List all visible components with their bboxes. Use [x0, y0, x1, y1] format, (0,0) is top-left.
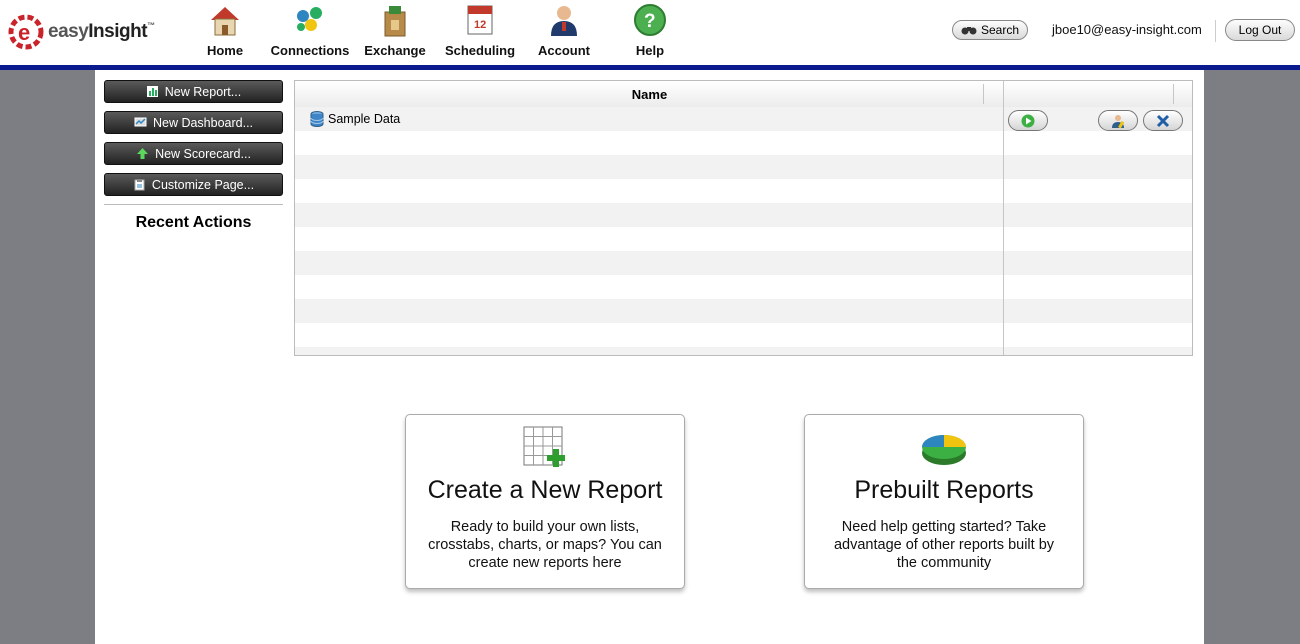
header-separator — [1003, 81, 1004, 107]
scorecard-arrow-icon — [137, 148, 149, 159]
cell-name[interactable]: Sample Data — [310, 111, 400, 127]
grid-plus-icon — [523, 426, 565, 467]
new-report-label: New Report... — [164, 84, 242, 99]
logout-button[interactable]: Log Out — [1225, 19, 1295, 41]
user-edit-icon — [1112, 114, 1125, 128]
nav-exchange[interactable]: Exchange — [364, 0, 426, 62]
search-button-label: Search — [980, 23, 1020, 37]
table-row-empty — [295, 251, 1192, 275]
binoculars-icon — [961, 27, 977, 35]
logo-wordmark: easyInsight™ — [48, 21, 155, 43]
database-icon — [310, 111, 324, 127]
prebuilt-reports-card[interactable]: Prebuilt Reports Need help getting start… — [804, 414, 1084, 589]
exchange-bag-icon — [384, 6, 406, 37]
nav-scheduling-label: Scheduling — [444, 43, 516, 58]
clipboard-icon — [134, 179, 145, 191]
svg-text:12: 12 — [474, 19, 486, 31]
nav-exchange-label: Exchange — [364, 43, 426, 58]
card-title: Prebuilt Reports — [854, 476, 1034, 504]
calendar-icon: 12 — [467, 5, 493, 35]
svg-text:e: e — [18, 20, 30, 45]
table-row-empty — [295, 131, 1192, 155]
grid-header: Name — [295, 81, 1192, 108]
dashboard-icon — [134, 117, 147, 127]
new-report-button[interactable]: New Report... — [104, 80, 283, 103]
card-description: Ready to build your own lists, crosstabs… — [428, 519, 662, 571]
play-icon — [1021, 114, 1035, 127]
nav-connections[interactable]: Connections — [270, 0, 350, 62]
logo-mark-icon: e — [8, 14, 44, 50]
new-dashboard-label: New Dashboard... — [152, 115, 254, 130]
app-header: e easyInsight™ Home Connections Exchange — [0, 0, 1300, 65]
home-icon — [211, 7, 239, 36]
card-description: Need help getting started? Take advantag… — [833, 519, 1055, 571]
help-question-icon: ? — [634, 4, 666, 36]
nav-account-label: Account — [538, 43, 590, 58]
table-row-empty — [295, 275, 1192, 299]
easy-insight-logo[interactable]: e easyInsight™ — [8, 12, 178, 50]
create-new-report-card[interactable]: Create a New Report Ready to build your … — [405, 414, 685, 589]
new-scorecard-label: New Scorecard... — [155, 146, 251, 161]
new-scorecard-button[interactable]: New Scorecard... — [104, 142, 283, 165]
logo-easy-text: easy — [48, 21, 89, 42]
nav-home[interactable]: Home — [203, 0, 247, 62]
card-title: Create a New Report — [427, 476, 663, 504]
new-dashboard-button[interactable]: New Dashboard... — [104, 111, 283, 134]
user-account-icon — [551, 6, 577, 36]
pie-chart-icon — [922, 435, 966, 465]
recent-actions-heading: Recent Actions — [135, 214, 252, 231]
search-button[interactable]: Search — [952, 20, 1028, 40]
connections-icon — [297, 7, 322, 31]
table-row-empty — [295, 155, 1192, 179]
table-row-empty — [295, 347, 1192, 355]
header-divider — [1215, 20, 1216, 42]
customize-page-button[interactable]: Customize Page... — [104, 173, 283, 196]
nav-help-label: Help — [635, 43, 665, 58]
table-row-empty — [295, 179, 1192, 203]
nav-home-label: Home — [206, 43, 244, 58]
table-row[interactable]: Sample Data — [295, 107, 1192, 131]
nav-scheduling[interactable]: 12 Scheduling — [445, 0, 515, 62]
delete-button[interactable] — [1143, 110, 1183, 131]
column-divider — [1003, 107, 1004, 355]
run-button[interactable] — [1008, 110, 1048, 131]
user-email: jboe10@easy-insight.com — [1052, 22, 1202, 37]
edit-user-button[interactable] — [1098, 110, 1138, 131]
logo-tm: ™ — [147, 21, 155, 30]
table-row-empty — [295, 299, 1192, 323]
table-row-empty — [295, 203, 1192, 227]
header-separator — [1173, 84, 1174, 104]
main-panel: New Report... New Dashboard... New Score… — [95, 70, 1204, 644]
logo-insight-text: Insight — [88, 21, 148, 42]
table-row-empty — [295, 323, 1192, 347]
sidebar-divider — [104, 204, 283, 205]
data-source-grid: Name Sample Data — [294, 80, 1193, 356]
column-header-name[interactable]: Name — [295, 81, 1004, 107]
nav-help[interactable]: ? Help — [628, 0, 672, 62]
svg-text:?: ? — [644, 11, 656, 32]
data-source-name: Sample Data — [328, 112, 401, 126]
nav-account[interactable]: Account — [537, 0, 591, 62]
header-separator — [983, 84, 984, 104]
nav-connections-label: Connections — [270, 43, 350, 58]
table-row-empty — [295, 227, 1192, 251]
report-chart-icon — [146, 86, 158, 97]
logout-button-label: Log Out — [1238, 23, 1282, 37]
delete-x-icon — [1156, 114, 1170, 127]
customize-page-label: Customize Page... — [151, 177, 255, 192]
